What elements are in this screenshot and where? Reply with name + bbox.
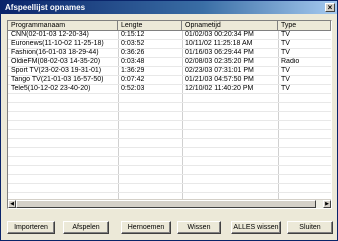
table-cell: Euronews(11-10-02 11-25-18) xyxy=(11,40,104,47)
table-cell: 0:07:42 xyxy=(121,76,145,83)
table-row[interactable]: Euronews(11-10-02 11-25-18) 0:03:52 10/11/… xyxy=(8,40,331,49)
column-header-type[interactable]: Type xyxy=(278,21,331,31)
table-row[interactable] xyxy=(8,166,331,175)
play-button[interactable]: Afspelen xyxy=(63,221,109,234)
table-cell: 0:15:12 xyxy=(121,31,145,38)
table-cell: TV xyxy=(281,76,290,83)
table-row[interactable]: Tele5(10-12-02 23-40-20) 0:52:03 12/10/02 … xyxy=(8,85,331,94)
column-header-programmanaam[interactable]: Programmanaam xyxy=(8,21,118,31)
table-cell: TV xyxy=(281,49,290,56)
list-header: Programmanaam Lengte Opnametijd Type xyxy=(8,21,331,31)
table-cell: 0:36:26 xyxy=(121,49,145,56)
table-cell: 0:03:48 xyxy=(121,58,145,65)
table-cell: Tele5(10-12-02 23-40-20) xyxy=(11,85,91,92)
delete-button[interactable]: Wissen xyxy=(177,221,221,234)
table-cell: 10/11/02 11:25:18 AM xyxy=(185,40,253,47)
table-row[interactable]: CNN(02-01-03 12-20-34) 0:15:12 01/02/03 00… xyxy=(8,31,331,40)
table-row[interactable] xyxy=(8,94,331,103)
rename-button[interactable]: Hernoemen xyxy=(121,221,171,234)
table-cell: 0:03:52 xyxy=(121,40,145,47)
table-row[interactable] xyxy=(8,184,331,193)
table-cell: TV xyxy=(281,85,290,92)
table-cell: 02/23/03 07:31:01 PM xyxy=(185,67,254,74)
scroll-left-arrow[interactable]: ◀ xyxy=(8,200,16,208)
table-row[interactable] xyxy=(8,148,331,157)
table-cell: Tango TV(21-01-03 16-57-50) xyxy=(11,76,104,83)
close-dialog-button[interactable]: Sluiten xyxy=(287,221,333,234)
table-cell: Radio xyxy=(281,58,300,65)
close-button[interactable]: × xyxy=(325,3,335,12)
delete-all-button[interactable]: ALLES wissen xyxy=(231,221,281,234)
table-cell: CNN(02-01-03 12-20-34) xyxy=(11,31,89,38)
table-row[interactable]: Fashion(16-01-03 18-29-44) 0:36:26 01/16/0… xyxy=(8,49,331,58)
table-cell: 02/08/03 02:35:20 PM xyxy=(185,58,254,65)
table-row[interactable] xyxy=(8,121,331,130)
table-cell: 01/02/03 00:20:34 PM xyxy=(185,31,254,38)
table-cell: TV xyxy=(281,31,290,38)
table-row[interactable]: Sport TV(23-02-03 19-31-01) 1:36:29 02/23/… xyxy=(8,67,331,76)
table-row[interactable] xyxy=(8,139,331,148)
table-cell: 01/21/03 04:57:50 PM xyxy=(185,76,254,83)
import-button[interactable]: Importeren xyxy=(7,221,55,234)
table-row[interactable] xyxy=(8,130,331,139)
scroll-right-arrow[interactable]: ▶ xyxy=(323,200,331,208)
title-bar[interactable]: Afspeellijst opnames × xyxy=(1,1,337,14)
table-cell: 01/16/03 06:29:44 PM xyxy=(185,49,254,56)
scroll-thumb[interactable] xyxy=(16,200,316,208)
table-cell: 1:36:29 xyxy=(121,67,145,74)
table-row[interactable] xyxy=(8,175,331,184)
table-row[interactable] xyxy=(8,112,331,121)
horizontal-scrollbar[interactable]: ◀ ▶ xyxy=(8,199,331,208)
table-cell: TV xyxy=(281,40,290,47)
table-cell: 0:52:03 xyxy=(121,85,145,92)
table-cell: 12/10/02 11:40:20 PM xyxy=(185,85,254,92)
recordings-list[interactable]: Programmanaam Lengte Opnametijd Type CNN… xyxy=(7,20,332,209)
column-header-opnametijd[interactable]: Opnametijd xyxy=(182,21,278,31)
table-row[interactable] xyxy=(8,103,331,112)
playlist-window: Afspeellijst opnames × Programmanaam Len… xyxy=(0,0,338,241)
table-cell: Fashion(16-01-03 18-29-44) xyxy=(11,49,99,56)
table-cell: OldieFM(08-02-03 14-35-20) xyxy=(11,58,101,65)
column-header-lengte[interactable]: Lengte xyxy=(118,21,182,31)
table-row[interactable]: OldieFM(08-02-03 14-35-20) 0:03:48 02/08/0… xyxy=(8,58,331,67)
table-row[interactable] xyxy=(8,157,331,166)
table-row[interactable]: Tango TV(21-01-03 16-57-50) 0:07:42 01/21/… xyxy=(8,76,331,85)
table-cell: Sport TV(23-02-03 19-31-01) xyxy=(11,67,102,74)
table-cell: TV xyxy=(281,67,290,74)
window-title: Afspeellijst opnames xyxy=(5,3,86,12)
